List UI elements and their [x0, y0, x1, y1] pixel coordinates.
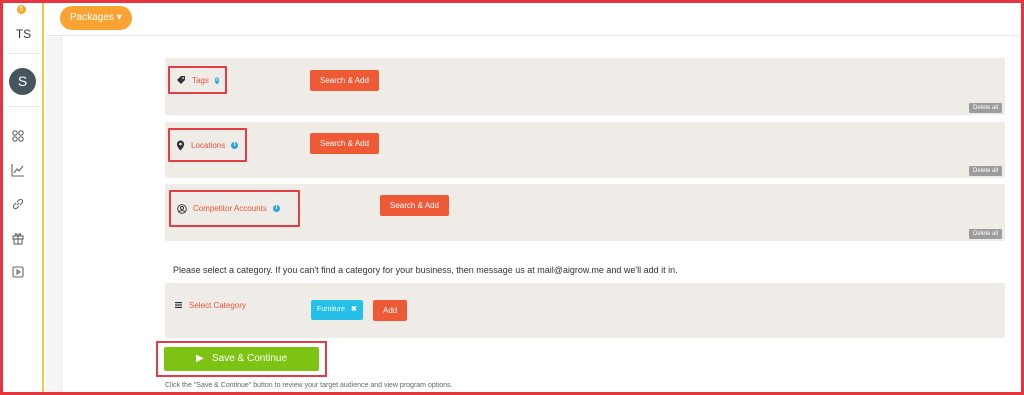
packages-dropdown-button[interactable]: Packages ▾ — [60, 6, 132, 30]
category-instruction: Please select a category. If you can't f… — [173, 265, 678, 275]
apps-grid-icon[interactable] — [11, 129, 25, 143]
play-icon: ▶ — [195, 353, 204, 364]
locations-label: Locations — [191, 140, 226, 150]
sidebar-divider — [7, 53, 40, 54]
competitor-search-add-button[interactable]: Search & Add — [380, 195, 449, 216]
competitor-accounts-label-box: Competitor Accounts i — [169, 190, 300, 227]
top-bar: Packages ▾ — [46, 3, 1019, 36]
save-continue-label: Save & Continue — [211, 353, 288, 364]
main-content: Tags i Search & Add Delete all Locations… — [46, 37, 1019, 392]
locations-search-add-button[interactable]: Search & Add — [310, 133, 379, 154]
link-icon[interactable] — [11, 197, 25, 211]
info-icon[interactable]: i — [214, 76, 219, 84]
info-icon[interactable]: i — [231, 141, 239, 149]
avatar[interactable]: S — [9, 68, 36, 95]
chip-label: Furniture — [317, 306, 346, 313]
sidebar-divider — [7, 106, 40, 107]
category-chip-furniture: Furniture ✖ — [311, 300, 363, 320]
save-continue-highlight: ▶ Save & Continue — [156, 341, 327, 377]
tags-label: Tags — [192, 75, 209, 85]
tags-label-box: Tags i — [168, 66, 227, 94]
account-initials[interactable]: TS — [3, 27, 44, 41]
left-gutter — [46, 37, 62, 392]
tags-search-add-button[interactable]: Search & Add — [310, 70, 379, 91]
add-category-button[interactable]: Add — [373, 300, 408, 321]
locations-panel: Locations i Search & Add Delete all — [165, 122, 1005, 178]
save-continue-note: Click the "Save & Continue" button to re… — [165, 382, 453, 389]
notification-badge[interactable]: 5 — [17, 5, 26, 14]
sidebar: 5 TS S — [3, 3, 44, 392]
chart-icon[interactable] — [11, 163, 25, 177]
location-pin-icon — [176, 140, 185, 151]
tags-panel: Tags i Search & Add Delete all — [165, 58, 1005, 115]
tags-delete-all-button[interactable]: Delete all — [968, 103, 1002, 113]
select-category-label: Select Category — [189, 301, 246, 310]
competitor-accounts-label: Competitor Accounts — [193, 204, 267, 213]
locations-label-box: Locations i — [168, 128, 247, 162]
menu-icon — [175, 301, 182, 310]
save-continue-button[interactable]: ▶ Save & Continue — [164, 347, 319, 371]
category-panel: Select Category Furniture ✖ Add — [165, 283, 1005, 338]
locations-delete-all-button[interactable]: Delete all — [968, 166, 1002, 176]
gift-icon[interactable] — [11, 231, 25, 245]
chip-remove-icon[interactable]: ✖ — [351, 306, 357, 313]
select-category-dropdown[interactable]: Select Category — [175, 301, 246, 310]
tag-icon — [176, 75, 186, 85]
competitor-accounts-panel: Competitor Accounts i Search & Add Delet… — [165, 184, 1005, 241]
user-circle-icon — [177, 203, 187, 214]
video-icon[interactable] — [11, 265, 25, 279]
competitor-delete-all-button[interactable]: Delete all — [968, 229, 1002, 239]
info-icon[interactable]: i — [272, 205, 280, 212]
